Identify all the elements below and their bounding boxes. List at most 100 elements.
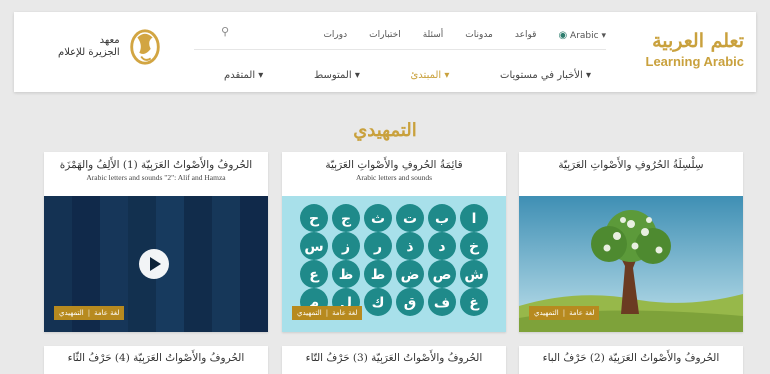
brand[interactable]: تعلم العربية Learning Arabic — [614, 30, 744, 69]
letter-circle: ر — [364, 232, 392, 260]
letter-circle: ز — [332, 232, 360, 260]
aljazeera-institute-logo[interactable]: معهد الجزيرة للإعلام — [58, 28, 164, 66]
letter-glyph: خ — [469, 239, 480, 255]
level-news-label: الأخبار في مستويات — [500, 69, 583, 81]
lesson-card[interactable]: الحُروفُ والأَصْواتُ العَرَبِيّة (2) حَر… — [519, 346, 743, 374]
logo-line2: الجزيرة للإعلام — [58, 47, 120, 58]
tag-list: لغة عامة | التمهيدي — [292, 306, 363, 320]
lesson-card[interactable]: سِلْسِلَةُ الحُرُوفِ والأَصْواتِ العَرَب… — [519, 152, 743, 332]
letter-circle: ص — [428, 260, 456, 288]
section-title: التمهيدي — [353, 120, 417, 141]
tag-introductory[interactable]: التمهيدي — [297, 309, 322, 317]
letter-glyph: ص — [433, 267, 452, 283]
level-intermediate[interactable]: المتوسط ▾ — [314, 70, 360, 81]
topnav-tests[interactable]: اختبارات — [369, 30, 401, 40]
letter-circle: ت — [396, 204, 424, 232]
lesson-card[interactable]: الحُروفُ والأَصْواتُ العَرَبِيّة (4) حَر… — [44, 346, 268, 374]
header-divider — [194, 49, 606, 50]
letter-glyph: ذ — [406, 239, 413, 255]
site-header: تعلم العربية Learning Arabic ◉ Arabic ▾ … — [14, 12, 756, 92]
tag-separator: | — [562, 309, 566, 317]
card-subtitle: Arabic letters and sounds "2": Alif and … — [86, 173, 226, 182]
letter-glyph: ك — [372, 295, 385, 311]
letter-glyph: ت — [403, 211, 417, 227]
globe-icon: ◉ — [558, 29, 568, 41]
letter-glyph: د — [438, 239, 445, 255]
card-thumbnail[interactable]: لغة عامة | التمهيدي — [44, 196, 268, 332]
letter-glyph: ظ — [339, 267, 354, 283]
letter-glyph: ا — [472, 211, 477, 227]
letter-glyph: ف — [434, 295, 450, 311]
level-beginner-label: المبتدئ — [410, 69, 442, 81]
card-subtitle: Arabic letters and sounds — [355, 173, 433, 182]
level-intermediate-label: المتوسط — [313, 69, 352, 81]
letter-glyph: ر — [373, 239, 382, 255]
level-advanced-label: المتقدم — [224, 69, 256, 81]
letter-circle: ط — [364, 260, 392, 288]
letter-circle: ج — [332, 204, 360, 232]
search-icon[interactable]: ⚲ — [221, 25, 229, 38]
letter-circle: ا — [460, 204, 488, 232]
letter-glyph: ب — [435, 211, 449, 227]
letter-glyph: ش — [464, 267, 483, 283]
card-title[interactable]: قائِمَةُ الحُروفِ والأَصْواتِ العَرَبِيّ… — [282, 152, 506, 171]
chevron-down-icon: ▾ — [601, 30, 606, 41]
topnav-questions[interactable]: أسئلة — [423, 30, 444, 40]
tag-list: لغة عامة | التمهيدي — [529, 306, 600, 320]
tag-list: لغة عامة | التمهيدي — [54, 306, 125, 320]
letter-glyph: ز — [341, 239, 350, 255]
lesson-card[interactable]: قائِمَةُ الحُروفِ والأَصْواتِ العَرَبِيّ… — [282, 152, 506, 332]
brand-title-english[interactable]: Learning Arabic — [614, 54, 744, 69]
letter-circle: خ — [460, 232, 488, 260]
letter-glyph: ج — [341, 211, 352, 227]
letter-glyph: س — [304, 239, 323, 255]
tag-introductory[interactable]: التمهيدي — [59, 309, 84, 317]
topnav-courses[interactable]: دورات — [323, 30, 347, 40]
level-news[interactable]: الأخبار في مستويات ▾ — [500, 70, 591, 81]
logo-line1: معهد — [99, 35, 120, 46]
letter-circle: ح — [300, 204, 328, 232]
level-beginner[interactable]: المبتدئ ▾ — [410, 70, 449, 81]
level-advanced[interactable]: المتقدم ▾ — [224, 70, 263, 81]
letter-circle: ظ — [332, 260, 360, 288]
letter-circle: ش — [460, 260, 488, 288]
lesson-card[interactable]: الحُروفُ والأَصْواتُ العَرَبِيّة (3) حَر… — [282, 346, 506, 374]
letter-glyph: ع — [309, 267, 320, 283]
letter-glyph: ح — [309, 211, 320, 227]
tag-general-language[interactable]: لغة عامة — [94, 309, 119, 317]
level-navigation: الأخبار في مستويات ▾ المبتدئ ▾ المتوسط ▾… — [214, 64, 606, 86]
card-title[interactable]: الحُروفُ والأَصْواتُ العَرَبِيّة (2) حَر… — [519, 346, 743, 364]
lesson-card[interactable]: الحُروفُ والأَصْواتُ العَرَبِيّة (1) الأ… — [44, 152, 268, 332]
letter-circle: ض — [396, 260, 424, 288]
letter-circle: د — [428, 232, 456, 260]
card-title[interactable]: الحُروفُ والأَصْواتُ العَرَبِيّة (3) حَر… — [282, 346, 506, 364]
tag-general-language[interactable]: لغة عامة — [569, 309, 594, 317]
language-label: Arabic — [570, 30, 599, 41]
letter-glyph: ض — [401, 267, 420, 283]
tag-separator: | — [325, 309, 329, 317]
letter-circle: ك — [364, 288, 392, 316]
letter-glyph: ث — [371, 211, 385, 227]
letter-circle: ق — [396, 288, 424, 316]
play-icon[interactable] — [138, 248, 170, 280]
card-title[interactable]: سِلْسِلَةُ الحُرُوفِ والأَصْواتِ العَرَب… — [519, 152, 743, 171]
card-thumbnail[interactable]: ابتثجحخدذرزسشصضطظعغفقكلم لغة عامة | التم… — [282, 196, 506, 332]
letter-glyph: ط — [371, 267, 386, 283]
topnav-grammar[interactable]: قواعد — [515, 30, 537, 40]
card-title[interactable]: الحُروفُ والأَصْواتُ العَرَبِيّة (1) الأ… — [44, 152, 268, 171]
tag-separator: | — [87, 309, 91, 317]
letter-circle: ف — [428, 288, 456, 316]
letter-circle: ع — [300, 260, 328, 288]
letter-circle: س — [300, 232, 328, 260]
letter-circle: ذ — [396, 232, 424, 260]
tag-general-language[interactable]: لغة عامة — [332, 309, 357, 317]
top-navigation: ◉ Arabic ▾ قواعد مدونات أسئلة اختبارات د… — [214, 24, 606, 46]
topnav-blogs[interactable]: مدونات — [465, 30, 493, 40]
tag-introductory[interactable]: التمهيدي — [534, 309, 559, 317]
language-selector[interactable]: ◉ Arabic ▾ — [558, 30, 606, 41]
brand-title-arabic[interactable]: تعلم العربية — [614, 30, 744, 52]
letter-glyph: غ — [469, 295, 480, 311]
letter-circle: غ — [460, 288, 488, 316]
card-thumbnail[interactable]: لغة عامة | التمهيدي — [519, 196, 743, 332]
card-title[interactable]: الحُروفُ والأَصْواتُ العَرَبِيّة (4) حَر… — [44, 346, 268, 364]
